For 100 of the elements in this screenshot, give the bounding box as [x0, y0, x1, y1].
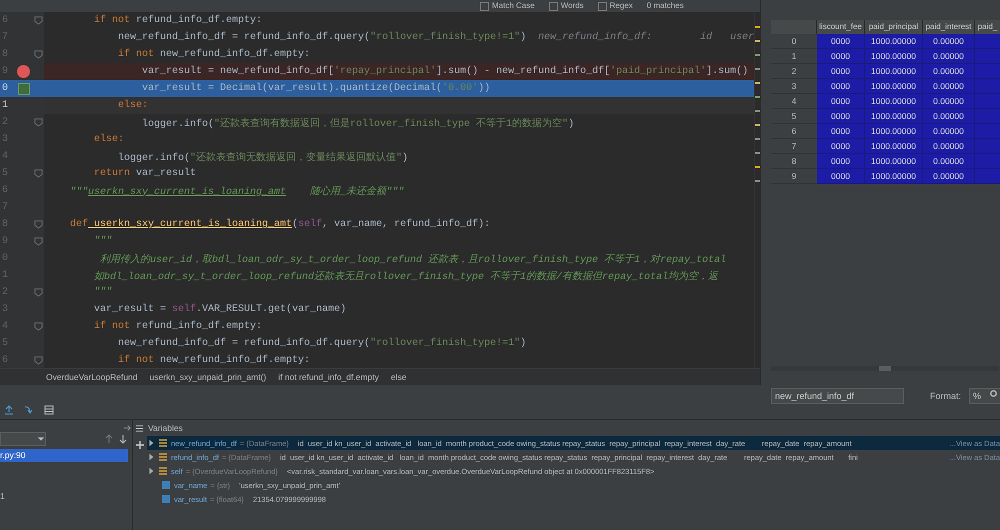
list-icon: [135, 424, 144, 432]
table-cell[interactable]: 0.00000: [923, 79, 975, 94]
code-line: var_result = new_refund_info_df['repay_principal'].sum() - new_refund_info_df['paid_principal'].sum(): [141, 66, 748, 77]
breadcrumb-item[interactable]: OverdueVarLoopRefund: [46, 372, 138, 382]
table-cell[interactable]: 0000: [817, 64, 865, 79]
table-cell[interactable]: 0.00000: [923, 109, 975, 124]
table-cell[interactable]: [975, 49, 1000, 64]
table-cell[interactable]: 0000: [817, 49, 865, 64]
table-cell[interactable]: 1000.00000: [865, 34, 923, 49]
table-cell[interactable]: 1000.00000: [865, 139, 923, 154]
code-line: def userkn_sxy_current_is_loaning_amt(self, var_name, refund_info_df):: [70, 219, 490, 230]
fold-icon[interactable]: [34, 16, 44, 25]
code-line: """: [93, 236, 112, 247]
table-cell[interactable]: 0.00000: [923, 64, 975, 79]
code-line: var_result = self.VAR_RESULT.get(var_name): [93, 304, 346, 315]
table-cell[interactable]: 1000.00000: [865, 169, 923, 184]
code-line: return var_result: [93, 168, 196, 179]
fold-icon[interactable]: [34, 322, 44, 331]
table-cell[interactable]: 1000.00000: [865, 64, 923, 79]
upload-arrow-icon[interactable]: [4, 405, 14, 415]
format-field[interactable]: %: [969, 388, 1000, 404]
code-line: new_refund_info_df = refund_info_df.query("rollover_finish_type!=1") new_refund_info_df: id user: [117, 32, 754, 43]
table-cell[interactable]: 1000.00000: [865, 79, 923, 94]
code-line: else:: [93, 134, 124, 145]
table-cell[interactable]: 1000.00000: [865, 124, 923, 139]
breadcrumb-item[interactable]: else: [390, 372, 406, 382]
code-line: if not new_refund_info_df.empty:: [117, 49, 310, 60]
object-icon: [158, 452, 168, 462]
table-cell[interactable]: [975, 79, 1000, 94]
table-cell[interactable]: [975, 34, 1000, 49]
table-cell[interactable]: [975, 124, 1000, 139]
add-icon[interactable]: [135, 440, 145, 450]
table-cell[interactable]: 0000: [817, 169, 865, 184]
table-cell[interactable]: [975, 94, 1000, 109]
code-line: if not new_refund_info_df.empty:: [117, 355, 310, 366]
fold-icon[interactable]: [34, 169, 44, 178]
table-cell[interactable]: 0.00000: [923, 169, 975, 184]
table-cell[interactable]: [975, 154, 1000, 169]
line-number: 0: [1, 83, 10, 94]
column-header[interactable]: paid_interest: [923, 20, 975, 34]
table-cell[interactable]: 1000.00000: [865, 49, 923, 64]
match-count: 0 matches: [646, 0, 684, 12]
code-line: new_refund_info_df = refund_info_df.query("rollover_finish_type!=1"): [117, 338, 526, 349]
code-line: if not refund_info_df.empty:: [93, 321, 262, 332]
table-cell[interactable]: 1000.00000: [865, 94, 923, 109]
breakpoint-icon[interactable]: [17, 65, 30, 78]
table-cell[interactable]: [975, 64, 1000, 79]
table-cell[interactable]: 0000: [817, 94, 865, 109]
thread-dropdown[interactable]: [0, 432, 46, 446]
table-cell[interactable]: 0000: [817, 109, 865, 124]
code-line: else:: [117, 100, 148, 111]
format-label: Format:: [930, 391, 962, 401]
table-cell[interactable]: 0000: [817, 154, 865, 169]
code-line: logger.info("还款表查询无数据返回，变量结果返回默认值"): [117, 150, 408, 164]
fold-icon[interactable]: [34, 50, 44, 59]
table-corner: [771, 20, 817, 34]
table-cell[interactable]: 0000: [817, 124, 865, 139]
fold-icon[interactable]: [34, 288, 44, 297]
column-header[interactable]: liscount_fee: [817, 20, 865, 34]
frame-item[interactable]: r.py:90: [0, 449, 128, 462]
code-line: 利用传入的user_id，取bdl_loan_odr_sy_t_order_loop_refund 还款表，且rollover_finish_type 不等于1，对repay_total: [99, 252, 726, 266]
code-line: 如bdl_loan_odr_sy_t_order_loop_refund还款表无且rollover_finish_type 不等于1的数据/有数据但repay_total均为空，返: [93, 270, 718, 282]
column-header[interactable]: paid_: [975, 20, 1000, 34]
table-cell[interactable]: 0.00000: [923, 139, 975, 154]
breadcrumb-item[interactable]: userkn_sxy_unpaid_prin_amt(): [150, 372, 266, 382]
breadcrumb-item[interactable]: if not refund_info_df.empty: [278, 372, 379, 382]
panel-title: Variables: [148, 423, 183, 433]
table-cell[interactable]: 0.00000: [923, 154, 975, 169]
table-cell[interactable]: 0.00000: [923, 34, 975, 49]
table-cell[interactable]: 0.00000: [923, 49, 975, 64]
table-cell[interactable]: [975, 139, 1000, 154]
line-number: 1: [1, 100, 10, 111]
table-cell[interactable]: 0000: [817, 79, 865, 94]
up-arrow-icon[interactable]: [104, 434, 114, 444]
table-icon[interactable]: [44, 405, 54, 415]
code-line: """: [93, 287, 112, 298]
execution-point-icon: [18, 82, 30, 94]
step-arrow-icon[interactable]: [24, 405, 34, 415]
table-cell[interactable]: 1000.00000: [865, 154, 923, 169]
table-cell[interactable]: 0.00000: [923, 94, 975, 109]
table-cell[interactable]: 0000: [817, 139, 865, 154]
search-option[interactable]: Words: [548, 0, 584, 12]
object-icon: [158, 438, 168, 448]
column-header[interactable]: paid_principal: [865, 20, 923, 34]
table-cell[interactable]: [975, 109, 1000, 124]
search-option[interactable]: Regex: [598, 0, 633, 12]
variable-name-field[interactable]: new_refund_info_df: [771, 388, 904, 404]
fold-icon[interactable]: [34, 356, 44, 365]
search-option[interactable]: Match Case: [480, 0, 535, 12]
frame-item[interactable]: 1: [0, 490, 128, 503]
scrollbar-thumb[interactable]: [879, 366, 891, 371]
down-arrow-icon[interactable]: [118, 434, 128, 444]
table-cell[interactable]: 1000.00000: [865, 109, 923, 124]
fold-icon[interactable]: [34, 118, 44, 127]
table-cell[interactable]: [975, 169, 1000, 184]
code-line: logger.info("还款表查询有数据返回，但是rollover_finish_type 不等于1的数据为空"): [141, 116, 574, 130]
code-line: var_result = Decimal(var_result).quantize(Decimal('0.00')): [141, 83, 490, 94]
caret-icon: [37, 435, 45, 443]
table-cell[interactable]: 0000: [817, 34, 865, 49]
table-cell[interactable]: 0.00000: [923, 124, 975, 139]
